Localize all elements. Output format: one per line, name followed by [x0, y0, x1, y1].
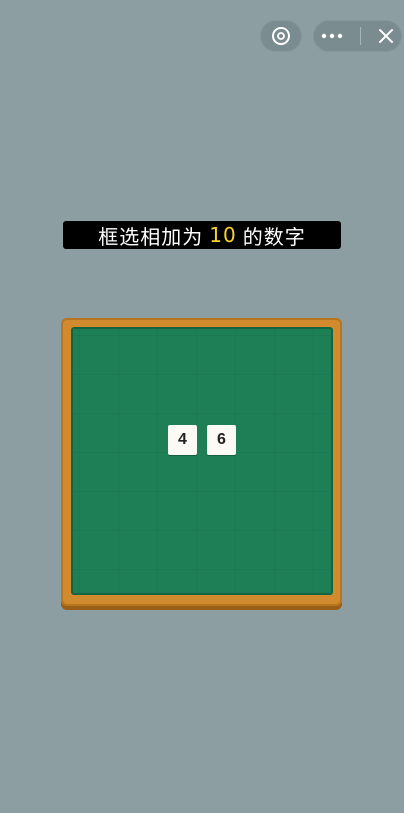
pacman-circle-icon	[271, 26, 291, 46]
more-dots-icon[interactable]	[321, 33, 343, 39]
game-center-button[interactable]	[260, 20, 302, 52]
instruction-banner: 框选相加为 10 的数字	[63, 221, 341, 249]
capsule-divider	[359, 27, 361, 45]
close-icon[interactable]	[378, 28, 394, 44]
number-tile[interactable]: 4	[168, 425, 197, 455]
game-board[interactable]	[71, 327, 333, 595]
number-tile[interactable]: 6	[207, 425, 236, 455]
instruction-suffix: 的数字	[242, 224, 306, 249]
instruction-target-number: 10	[209, 223, 237, 247]
instruction-prefix: 框选相加为	[98, 224, 204, 249]
capsule-menu	[313, 20, 402, 52]
